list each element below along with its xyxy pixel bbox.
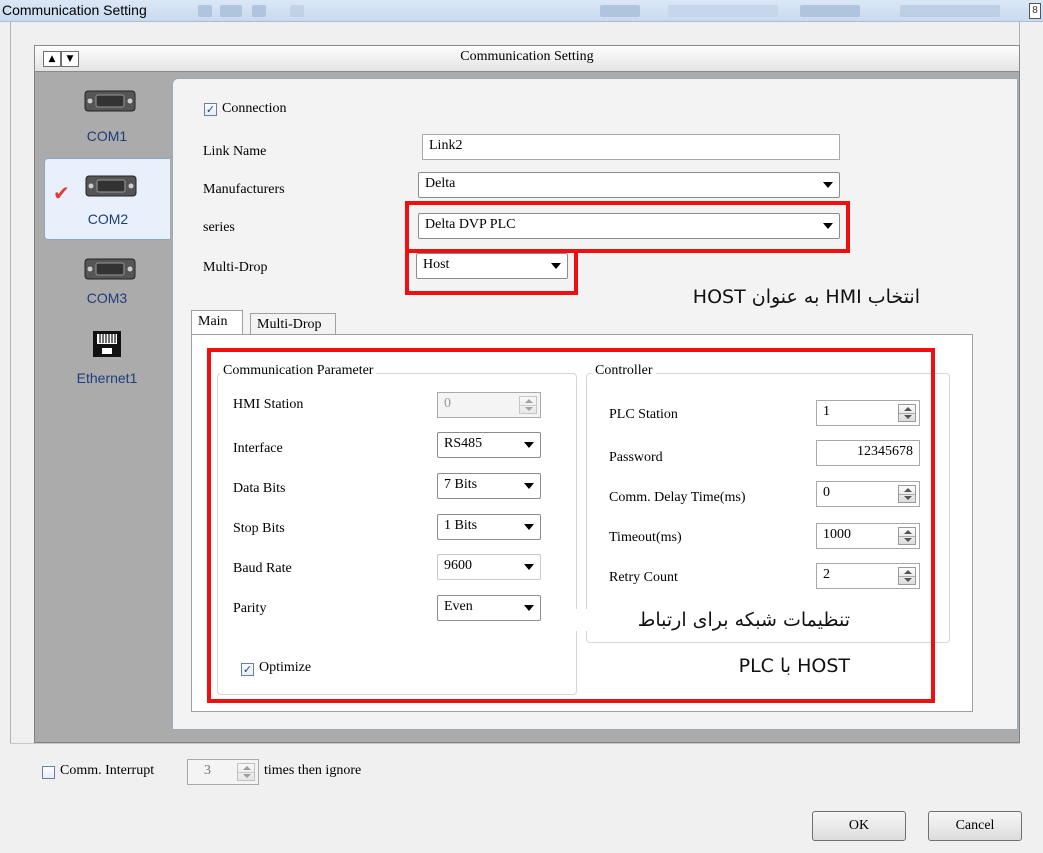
selected-check-icon: ✔ [53,181,70,205]
serial-port-icon [85,175,137,197]
sidebar-item-com3[interactable]: COM3 [44,252,170,334]
link-name-input[interactable]: Link2 [422,134,840,160]
ok-button[interactable]: OK [812,811,906,841]
toolbar-icon[interactable] [800,5,860,17]
sidebar-item-label: COM1 [86,128,128,144]
chevron-down-icon [823,182,833,188]
dialog-title: Communication Setting [460,49,594,64]
sidebar-item-com1[interactable]: COM1 [44,84,170,166]
serial-port-icon [84,258,136,280]
toolbar-icon[interactable] [220,5,242,17]
connection-checkbox[interactable]: ✓ [204,103,217,116]
sidebar-item-ethernet1[interactable]: Ethernet1 [44,330,170,412]
series-select[interactable]: Delta DVP PLC [418,213,840,239]
times-value: 3 [204,763,211,778]
serial-port-icon [84,90,136,112]
window-corner-button[interactable]: 8 [1029,3,1041,19]
manufacturers-label: Manufacturers [203,182,285,197]
manufacturers-value: Delta [425,176,456,191]
comm-interrupt-label: Comm. Interrupt [60,763,155,778]
host-annotation: انتخاب HMI به عنوان HOST [692,286,920,308]
toolbar-icon[interactable] [600,5,640,17]
window-titlebar: Communication Setting 8 [0,0,1043,22]
ethernet-port-icon [93,331,121,357]
times-suffix-label: times then ignore [264,763,362,778]
link-name-label: Link Name [203,144,267,159]
chevron-down-icon [551,263,561,269]
sidebar-item-label: COM3 [86,290,128,306]
multidrop-value: Host [423,257,450,272]
highlight-box-parameters [207,348,935,703]
footer-divider [10,743,1020,744]
multidrop-select[interactable]: Host [416,253,568,279]
window-title: Communication Setting [2,2,147,18]
sidebar-item-label: Ethernet1 [76,370,138,386]
sidebar-item-com2[interactable]: ✔ COM2 [44,158,170,240]
comm-interrupt-checkbox[interactable] [42,766,55,779]
spinner-icon[interactable] [237,763,255,781]
toolbar-icon[interactable] [900,5,1000,17]
tab-main[interactable]: Main [191,310,243,337]
manufacturers-select[interactable]: Delta [418,172,840,198]
chevron-down-icon [823,223,833,229]
times-input[interactable]: 3 [187,759,259,785]
dialog-header: ▲ ▼ Communication Setting [34,45,1020,72]
toolbar-icon[interactable] [252,5,266,17]
series-value: Delta DVP PLC [425,217,516,232]
series-label: series [203,220,235,235]
connection-label: Connection [222,101,287,116]
multidrop-label: Multi-Drop [203,260,268,275]
cancel-button[interactable]: Cancel [928,811,1022,841]
toolbar-dropdown[interactable] [668,5,778,17]
sidebar-item-label: COM2 [87,211,129,227]
toolbar-icon[interactable] [290,5,304,17]
toolbar-icon[interactable] [198,5,212,17]
